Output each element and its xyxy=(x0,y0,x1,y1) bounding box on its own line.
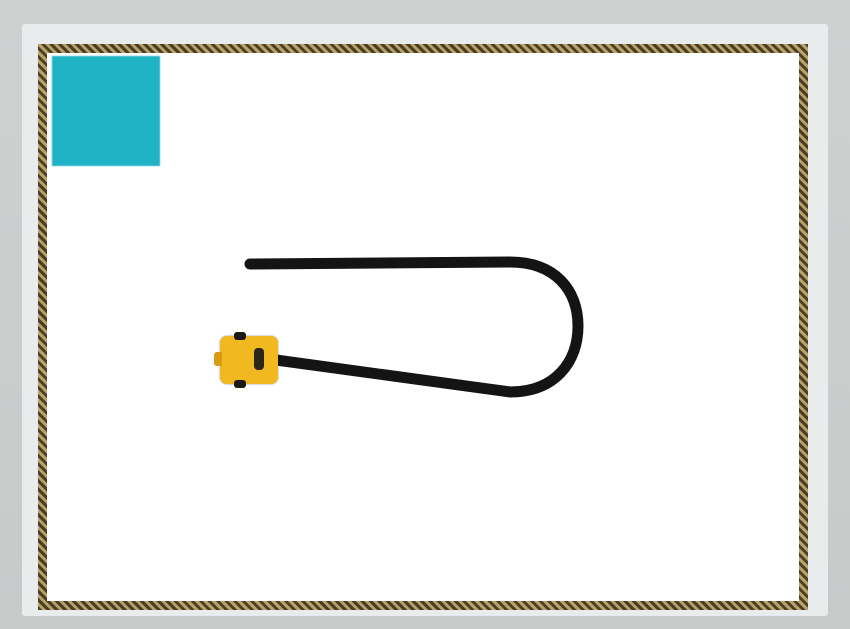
app-frame xyxy=(0,0,850,629)
robot-car[interactable] xyxy=(214,332,284,388)
robot-wheel-icon xyxy=(234,332,246,340)
robot-sensor-icon xyxy=(254,348,264,370)
start-tile xyxy=(52,56,160,166)
robot-body xyxy=(220,336,278,384)
robot-nose xyxy=(214,352,222,366)
robot-wheel-icon xyxy=(234,380,246,388)
